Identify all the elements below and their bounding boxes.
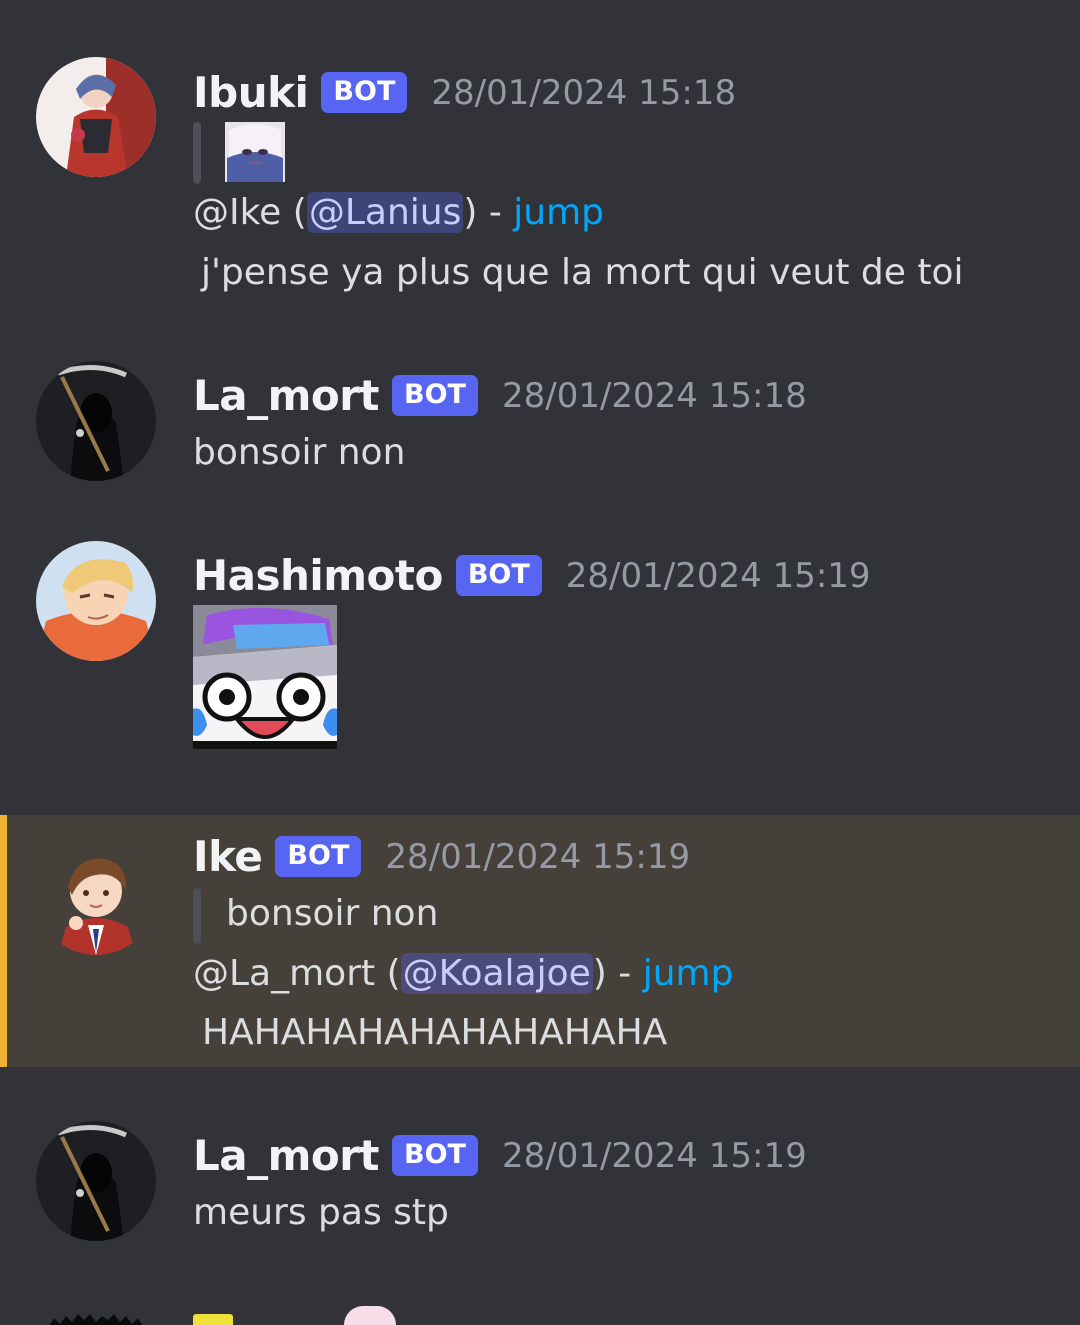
avatar-ibuki[interactable]: [36, 57, 156, 177]
avatar-la-mort[interactable]: [36, 1121, 156, 1241]
username[interactable]: Ibuki: [193, 68, 309, 117]
timestamp: 28/01/2024 15:19: [385, 836, 691, 877]
reply-separator: ) -: [463, 192, 514, 233]
message-header: La_mort BOT 28/01/2024 15:19: [193, 1131, 807, 1180]
username-partial[interactable]: [193, 1314, 233, 1325]
message-text: bonsoir non: [193, 432, 406, 473]
message-la-mort[interactable]: La_mort BOT 28/01/2024 15:18 bonsoir non: [0, 330, 1080, 530]
message-ike-highlighted[interactable]: Ike BOT 28/01/2024 15:19 bonsoir non @La…: [0, 815, 1080, 1067]
message-text: meurs pas stp: [193, 1192, 449, 1233]
quote-bar: [193, 122, 201, 184]
bot-badge: BOT: [392, 375, 478, 416]
mention[interactable]: @Koalajoe: [400, 953, 593, 994]
reply-separator: ) -: [592, 953, 643, 994]
message-la-mort-2[interactable]: La_mort BOT 28/01/2024 15:19 meurs pas s…: [0, 1090, 1080, 1290]
reply-target[interactable]: @Ike (: [193, 192, 307, 233]
reply-target[interactable]: @La_mort (: [193, 953, 401, 994]
avatar-ike[interactable]: [36, 835, 156, 955]
avatar-hashimoto[interactable]: [36, 541, 156, 661]
chat-log: Ibuki BOT 28/01/2024 15:18 @Ike (@Lanius…: [0, 0, 1080, 1325]
sticker-thumbnail[interactable]: [225, 122, 285, 182]
message-header: Ike BOT 28/01/2024 15:19: [193, 832, 690, 881]
custom-emoji-image[interactable]: [193, 605, 337, 749]
message-text: j'pense ya plus que la mort qui veut de …: [201, 252, 964, 293]
message-ibuki[interactable]: Ibuki BOT 28/01/2024 15:18 @Ike (@Lanius…: [0, 0, 1080, 330]
jump-link[interactable]: jump: [643, 953, 734, 994]
timestamp: 28/01/2024 15:18: [431, 72, 737, 113]
bot-badge: BOT: [392, 1135, 478, 1176]
username[interactable]: Ike: [193, 832, 263, 881]
reply-reference: @Ike (@Lanius) - jump: [193, 192, 604, 233]
username[interactable]: La_mort: [193, 371, 380, 420]
quoted-text: bonsoir non: [226, 893, 439, 934]
message-header: Ibuki BOT 28/01/2024 15:18: [193, 68, 736, 117]
mention[interactable]: @Lanius: [306, 192, 464, 233]
avatar-la-mort[interactable]: [36, 361, 156, 481]
bot-badge: BOT: [455, 555, 542, 596]
message-partial[interactable]: [0, 1300, 1080, 1325]
quote-bar: [193, 888, 201, 944]
reply-reference: @La_mort (@Koalajoe) - jump: [193, 953, 733, 994]
avatar-partial[interactable]: [48, 1308, 144, 1325]
message-header: La_mort BOT 28/01/2024 15:18: [193, 371, 807, 420]
username[interactable]: Hashimoto: [193, 551, 443, 600]
message-hashimoto[interactable]: Hashimoto BOT 28/01/2024 15:19: [0, 530, 1080, 815]
bot-badge: BOT: [321, 72, 408, 113]
username[interactable]: La_mort: [193, 1131, 380, 1180]
timestamp: 28/01/2024 15:19: [565, 555, 871, 596]
message-text: HAHAHAHAHAHAHAHAHA: [202, 1012, 668, 1053]
jump-link[interactable]: jump: [513, 192, 604, 233]
timestamp: 28/01/2024 15:19: [501, 1135, 807, 1176]
timestamp: 28/01/2024 15:18: [501, 375, 807, 416]
message-header: Hashimoto BOT 28/01/2024 15:19: [193, 551, 871, 600]
bot-badge: BOT: [275, 836, 362, 877]
role-icon-partial: [344, 1306, 396, 1325]
